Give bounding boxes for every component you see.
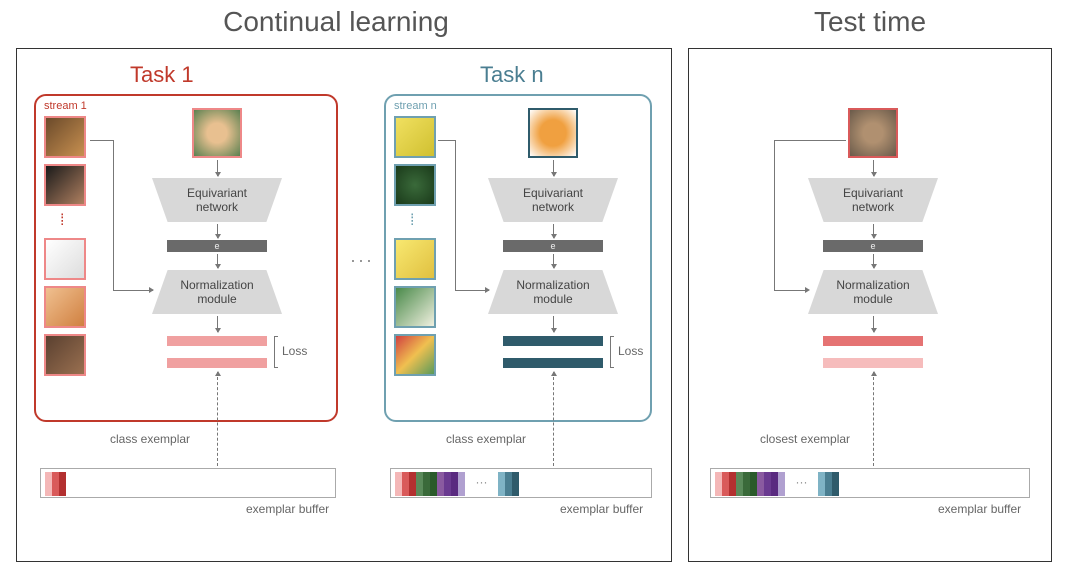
task1-stream-label: stream 1 bbox=[44, 100, 87, 112]
test-input-thumb bbox=[848, 108, 898, 158]
taskn-loss-label: Loss bbox=[618, 344, 643, 358]
taskn-buffer-label: exemplar buffer bbox=[560, 502, 643, 516]
test-dashed-arrow bbox=[873, 372, 874, 466]
task1-stream-thumb-2 bbox=[44, 164, 86, 206]
tasks-ellipsis: ··· bbox=[350, 250, 374, 271]
taskn-stream-thumb-2 bbox=[394, 164, 436, 206]
arrow-head bbox=[805, 287, 810, 293]
taskn-exemplar-buffer: ··· bbox=[390, 468, 652, 498]
connector bbox=[774, 140, 775, 290]
arrow bbox=[217, 316, 218, 332]
arrow-head bbox=[149, 287, 154, 293]
taskn-stream-thumb-5 bbox=[394, 334, 436, 376]
connector bbox=[438, 140, 456, 141]
taskn-output-bar-1 bbox=[503, 336, 603, 346]
task1-class-exemplar-label: class exemplar bbox=[110, 432, 190, 446]
connector bbox=[774, 140, 846, 141]
taskn-stream-thumb-1 bbox=[394, 116, 436, 158]
arrow-head bbox=[485, 287, 490, 293]
taskn-stream-thumb-3 bbox=[394, 238, 436, 280]
taskn-stream-label: stream n bbox=[394, 100, 437, 112]
taskn-dashed-arrow bbox=[553, 372, 554, 466]
task1-dashed-arrow bbox=[217, 372, 218, 466]
connector bbox=[113, 140, 114, 290]
connector bbox=[455, 290, 489, 291]
test-time-title: Test time bbox=[672, 6, 1068, 38]
arrow bbox=[553, 224, 554, 238]
taskn-title: Task n bbox=[480, 62, 544, 88]
arrow bbox=[553, 254, 554, 268]
taskn-class-exemplar-label: class exemplar bbox=[446, 432, 526, 446]
task1-normalization-module: Normalization module bbox=[152, 270, 282, 314]
arrow bbox=[217, 254, 218, 268]
taskn-stream-thumb-4 bbox=[394, 286, 436, 328]
taskn-normalization-module: Normalization module bbox=[488, 270, 618, 314]
taskn-equivariant-network: Equivariant network bbox=[488, 178, 618, 222]
task1-stream-thumb-5 bbox=[44, 334, 86, 376]
test-output-bar-1 bbox=[823, 336, 923, 346]
test-feature-bar: e bbox=[823, 240, 923, 252]
test-buffer-label: exemplar buffer bbox=[938, 502, 1021, 516]
arrow bbox=[553, 316, 554, 332]
task1-vertical-dots-1: ⁞ bbox=[60, 212, 65, 230]
task1-loss-bracket bbox=[274, 336, 278, 368]
test-equivariant-network: Equivariant network bbox=[808, 178, 938, 222]
taskn-loss-bracket bbox=[610, 336, 614, 368]
arrow bbox=[873, 224, 874, 238]
task1-loss-label: Loss bbox=[282, 344, 307, 358]
task1-stream-thumb-4 bbox=[44, 286, 86, 328]
task1-input-thumb bbox=[192, 108, 242, 158]
connector bbox=[774, 290, 808, 291]
test-exemplar-buffer: ··· bbox=[710, 468, 1030, 498]
task1-title: Task 1 bbox=[130, 62, 194, 88]
taskn-input-thumb bbox=[528, 108, 578, 158]
taskn-output-bar-2 bbox=[503, 358, 603, 368]
arrow bbox=[873, 254, 874, 268]
task1-stream-thumb-3 bbox=[44, 238, 86, 280]
task1-exemplar-buffer bbox=[40, 468, 336, 498]
connector bbox=[90, 140, 114, 141]
arrow bbox=[873, 160, 874, 176]
task1-output-bar-2 bbox=[167, 358, 267, 368]
taskn-feature-bar: e bbox=[503, 240, 603, 252]
taskn-vertical-dots-1: ⁞ bbox=[410, 212, 415, 230]
test-output-bar-2 bbox=[823, 358, 923, 368]
test-closest-exemplar-label: closest exemplar bbox=[760, 432, 850, 446]
test-normalization-module: Normalization module bbox=[808, 270, 938, 314]
arrow bbox=[873, 316, 874, 332]
task1-output-bar-1 bbox=[167, 336, 267, 346]
connector bbox=[113, 290, 153, 291]
task1-buffer-label: exemplar buffer bbox=[246, 502, 329, 516]
arrow bbox=[553, 160, 554, 176]
arrow bbox=[217, 160, 218, 176]
task1-feature-bar: e bbox=[167, 240, 267, 252]
task1-equivariant-network: Equivariant network bbox=[152, 178, 282, 222]
connector bbox=[455, 140, 456, 290]
continual-learning-title: Continual learning bbox=[0, 6, 672, 38]
task1-stream-thumb-1 bbox=[44, 116, 86, 158]
arrow bbox=[217, 224, 218, 238]
